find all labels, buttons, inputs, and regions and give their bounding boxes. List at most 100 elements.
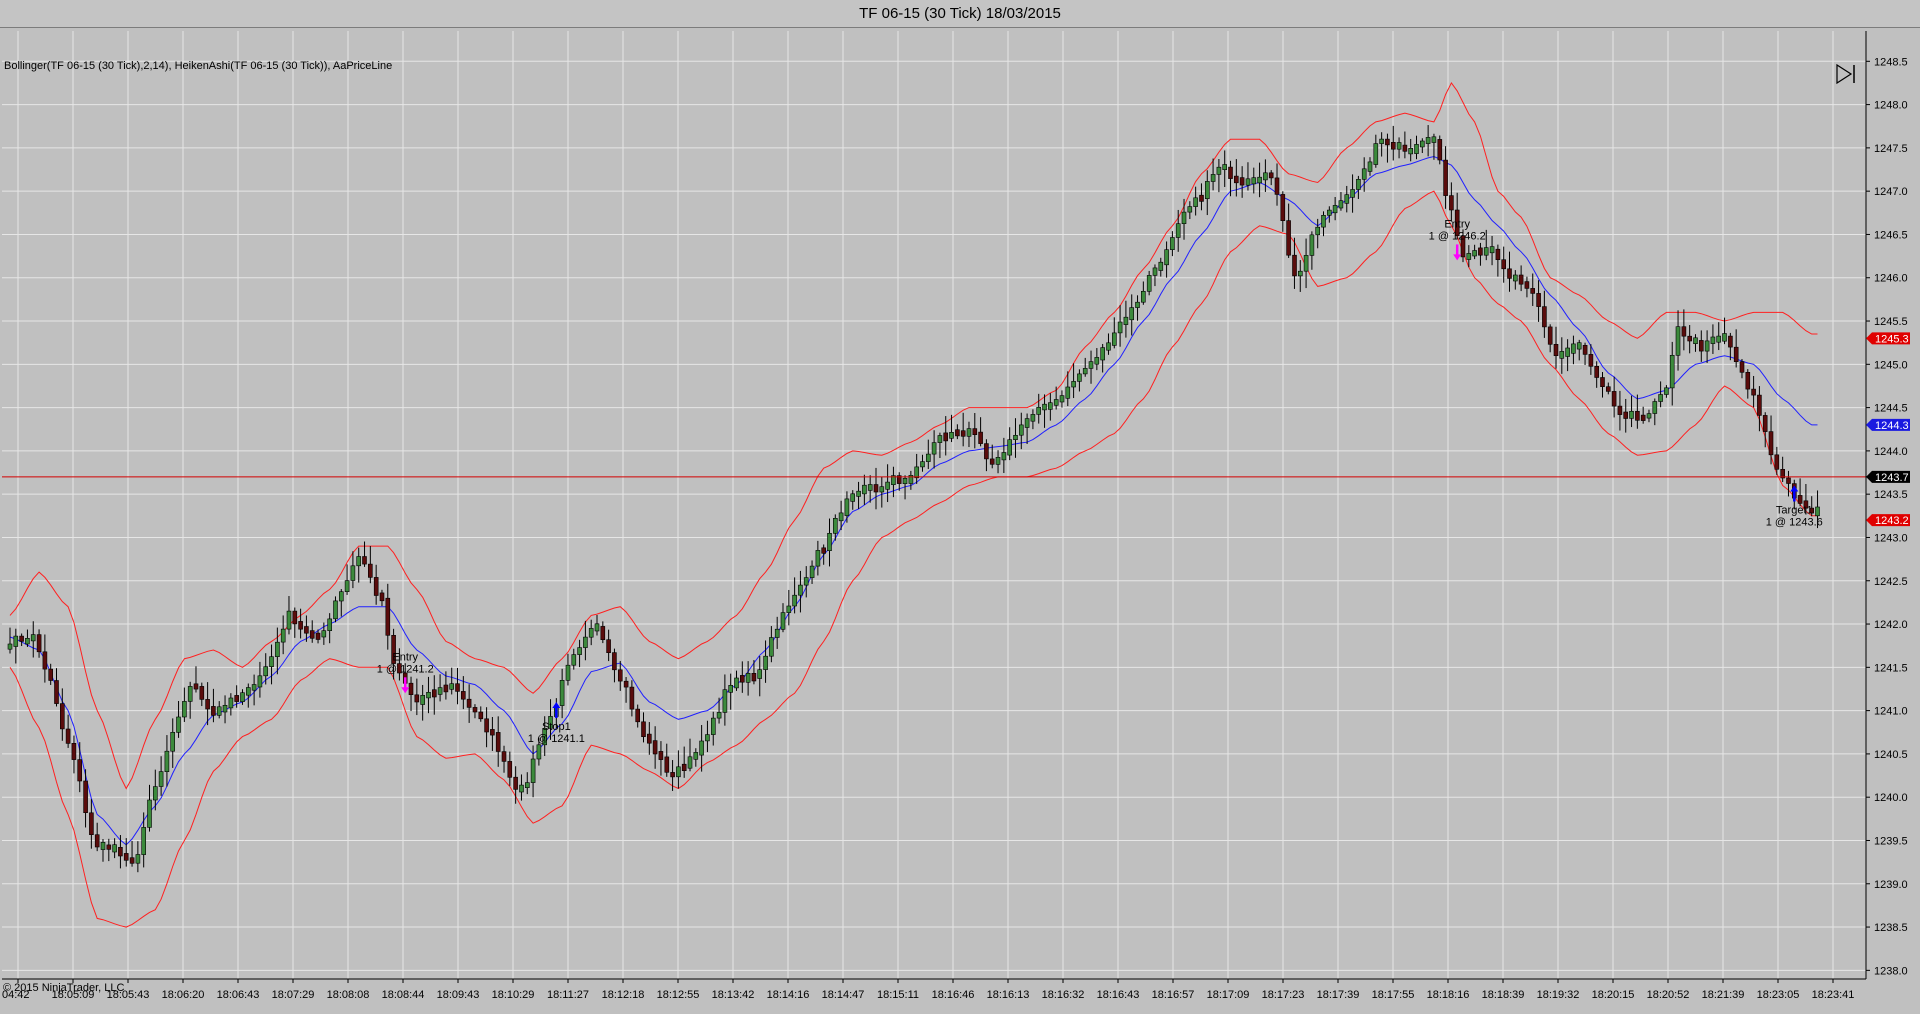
candle-bullish <box>798 584 803 596</box>
candle-bullish <box>1576 342 1582 350</box>
candle-bearish <box>1681 326 1687 337</box>
price-chart[interactable]: Entry1 @ 1241.2Stop11 @ 1241.1Entry1 @ 1… <box>0 27 1920 1014</box>
candle-bullish <box>1420 140 1425 148</box>
candle-bullish <box>30 634 36 642</box>
window-title: TF 06-15 (30 Tick) 18/03/2015 <box>0 0 1920 28</box>
candle-bullish <box>1431 136 1437 143</box>
time-tick-label: 18:14:16 <box>767 989 810 1001</box>
candle-bullish <box>449 683 455 690</box>
candle-bullish <box>1710 336 1716 344</box>
candle-bearish <box>1699 340 1704 352</box>
candle-bullish <box>519 784 524 793</box>
candle-bullish <box>1315 226 1320 236</box>
candle-bearish <box>943 432 949 442</box>
price-badge-label: 1243.2 <box>1875 515 1909 527</box>
candle-bullish <box>995 456 1001 465</box>
candle-bearish <box>65 728 71 744</box>
candle-bearish <box>635 708 641 723</box>
candle-bullish <box>571 654 577 666</box>
candle-bearish <box>89 812 94 835</box>
candle-bearish <box>234 695 239 702</box>
time-tick-label: 18:06:43 <box>217 989 260 1001</box>
candle-bearish <box>1640 414 1646 421</box>
candle-bullish <box>676 766 681 778</box>
candle-bullish <box>1263 172 1268 181</box>
candle-bullish <box>1205 181 1210 199</box>
play-to-end-icon[interactable] <box>1834 63 1858 85</box>
candle-bullish <box>1077 373 1082 382</box>
candle-bearish <box>873 484 879 493</box>
candle-bearish <box>309 630 315 639</box>
candle-bearish <box>199 686 205 700</box>
candle-bearish <box>1501 259 1506 270</box>
candle-bullish <box>135 854 141 864</box>
candle-bullish <box>687 756 693 769</box>
candle-bullish <box>1094 357 1100 365</box>
price-tick-label: 1243.5 <box>1874 489 1908 501</box>
trade-label-action: Entry <box>1444 218 1470 230</box>
candle-bullish <box>1158 261 1164 271</box>
candle-bullish <box>1088 361 1094 369</box>
candle-bearish <box>1600 377 1605 387</box>
candle-bullish <box>164 750 170 773</box>
candle-bearish <box>1594 365 1599 378</box>
candle-bearish <box>739 675 745 683</box>
candle-bullish <box>850 493 856 502</box>
candle-bullish <box>1565 347 1570 357</box>
candle-bullish <box>1146 275 1152 292</box>
candle-bullish <box>1245 178 1251 186</box>
time-tick-label: 18:21:39 <box>1702 989 1745 1001</box>
time-tick-label: 18:17:09 <box>1207 989 1250 1001</box>
candle-bearish <box>367 563 373 578</box>
price-badge: 1243.2 <box>1866 514 1910 527</box>
time-tick-label: 18:16:43 <box>1097 989 1140 1001</box>
candle-bearish <box>1391 142 1396 150</box>
candle-bullish <box>1141 290 1146 303</box>
candle-bearish <box>1274 177 1280 195</box>
chart-panel[interactable]: Entry 1 @ 1241.2 Stop1 1 @ 1241.1 Entry 1 @ 1… <box>0 27 1920 1014</box>
candle-bearish <box>431 689 437 698</box>
candle-bearish <box>292 610 298 625</box>
candle-bullish <box>1112 332 1117 346</box>
candle-bearish <box>501 751 507 762</box>
time-tick-label: 18:10:29 <box>492 989 535 1001</box>
candle-bearish <box>1478 247 1483 256</box>
candle-bullish <box>1181 211 1187 225</box>
candle-bullish <box>437 687 443 695</box>
time-tick-label: 18:07:29 <box>272 989 315 1001</box>
candle-bullish <box>693 752 699 760</box>
candle-bullish <box>1257 176 1262 184</box>
candle-bearish <box>77 759 82 782</box>
candle-bearish <box>612 652 617 671</box>
candle-bearish <box>606 639 611 654</box>
candle-bearish <box>1268 172 1274 179</box>
time-tick-label: 18:17:23 <box>1262 989 1305 1001</box>
candle-bullish <box>763 655 768 670</box>
candle-bullish <box>1303 255 1309 272</box>
candle-bullish <box>722 689 728 713</box>
candle-bullish <box>1414 144 1419 154</box>
time-tick-label: 18:14:47 <box>822 989 865 1001</box>
candle-bearish <box>1623 411 1628 419</box>
candle-bearish <box>1768 431 1774 456</box>
candle-bearish <box>443 684 449 693</box>
candle-bearish <box>1547 326 1553 345</box>
candle-bearish <box>1385 138 1390 146</box>
candle-bullish <box>321 630 327 638</box>
candle-bullish <box>920 461 925 468</box>
candle-bearish <box>106 844 112 850</box>
candle-bullish <box>1036 406 1041 415</box>
candle-bullish <box>1216 166 1222 175</box>
price-tick-label: 1242.5 <box>1874 576 1908 588</box>
candle-bullish <box>280 628 286 643</box>
candle-bearish <box>118 846 123 857</box>
candle-bearish <box>484 718 489 733</box>
candle-bullish <box>710 717 716 735</box>
candle-bearish <box>1728 335 1733 348</box>
candle-bearish <box>978 431 983 444</box>
candle-bullish <box>1396 142 1402 150</box>
price-tick-label: 1239.0 <box>1874 879 1908 891</box>
candle-bearish <box>984 443 989 460</box>
candle-bullish <box>182 701 187 718</box>
time-tick-label: 18:12:55 <box>657 989 700 1001</box>
